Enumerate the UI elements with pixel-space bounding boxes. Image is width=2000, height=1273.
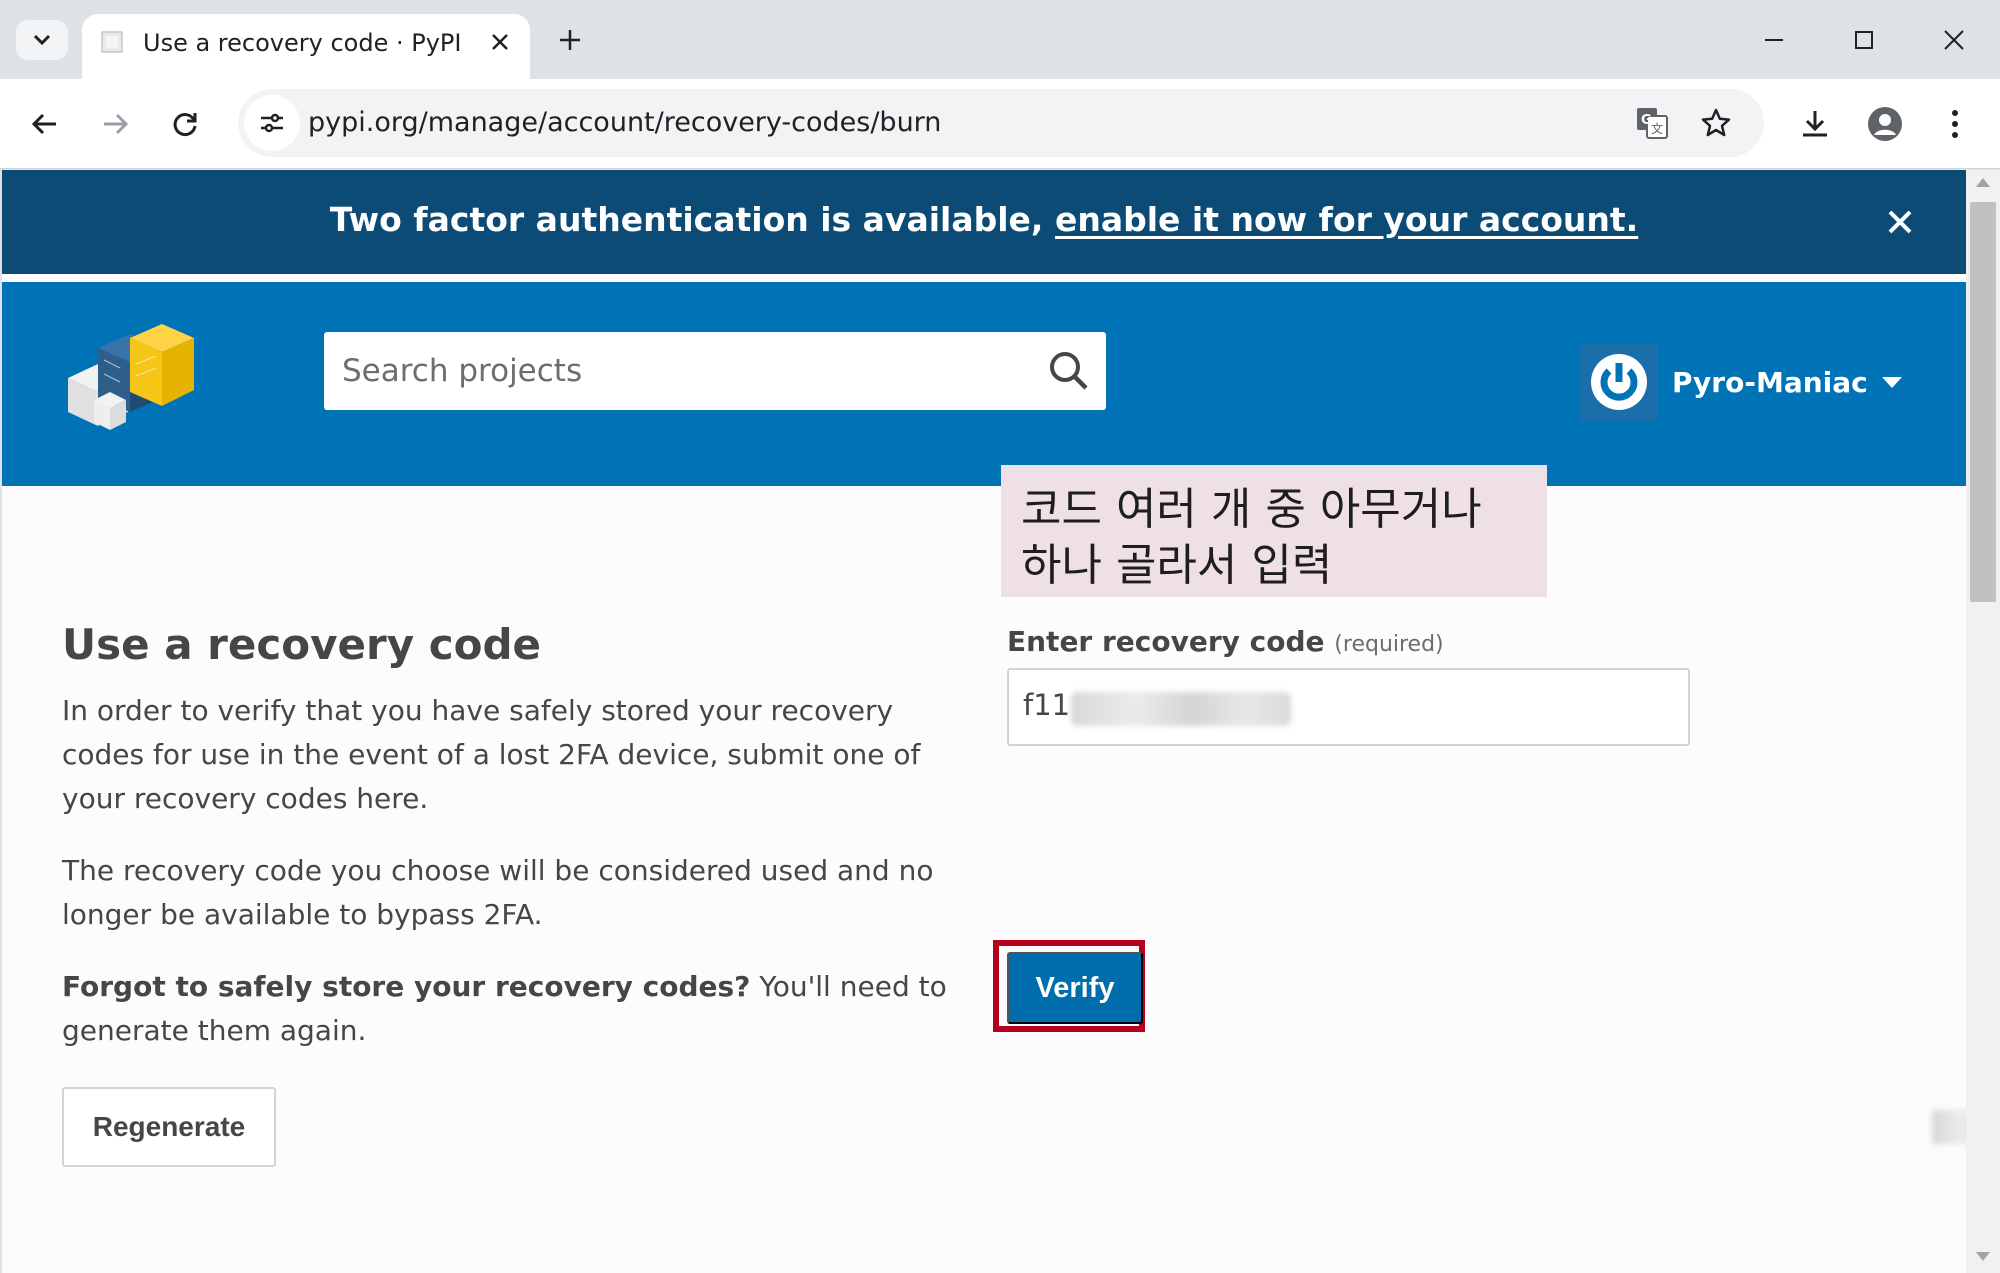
browser-menu-button[interactable] xyxy=(1930,99,1980,149)
recovery-code-label: Enter recovery code (required) xyxy=(1007,625,1707,658)
translate-icon: G文 xyxy=(1637,108,1668,139)
caret-down-icon xyxy=(1881,376,1902,388)
kebab-menu-icon xyxy=(1952,110,1958,138)
chevron-down-icon xyxy=(33,34,51,46)
close-window-button[interactable] xyxy=(1932,18,1976,62)
search-box xyxy=(324,332,1106,410)
page-title: Use a recovery code xyxy=(62,620,542,669)
bookmark-button[interactable] xyxy=(1694,101,1738,145)
minimize-icon xyxy=(1765,39,1783,41)
site-info-icon xyxy=(261,113,283,133)
profile-icon xyxy=(1868,107,1902,141)
required-indicator: (required) xyxy=(1334,632,1444,657)
downloads-button[interactable] xyxy=(1790,99,1840,149)
maximize-button[interactable] xyxy=(1842,18,1886,62)
recovery-code-label-text: Enter recovery code xyxy=(1007,625,1325,658)
page-viewport: Two factor authentication is available, … xyxy=(2,170,1966,1273)
search-input[interactable] xyxy=(324,332,1044,410)
2fa-notice-banner: Two factor authentication is available, … xyxy=(2,170,1966,278)
back-button[interactable] xyxy=(20,99,70,149)
notice-close-button[interactable] xyxy=(1882,204,1918,240)
notice-message: Two factor authentication is available, xyxy=(329,200,1055,239)
tab-strip: Use a recovery code · PyPI xyxy=(0,0,2000,79)
annotation-line-2: 하나 골라서 입력 xyxy=(1021,540,1333,591)
active-tab[interactable]: Use a recovery code · PyPI xyxy=(82,14,530,79)
annotation-note: 코드 여러 개 중 아무거나 하나 골라서 입력 xyxy=(1001,465,1547,597)
close-window-icon xyxy=(1944,30,1964,50)
site-header: Pyro-Maniac xyxy=(2,282,1966,486)
download-icon xyxy=(1803,111,1827,137)
reload-icon xyxy=(173,113,197,136)
scroll-up-arrow-icon[interactable] xyxy=(1976,178,1990,187)
tab-search-button[interactable] xyxy=(16,20,68,60)
tab-close-button[interactable] xyxy=(486,28,514,56)
forward-icon xyxy=(104,113,129,135)
back-icon xyxy=(31,113,56,135)
redacted-edge-blur xyxy=(1932,1110,1966,1144)
enable-2fa-link[interactable]: enable it now for your account. xyxy=(1055,200,1638,239)
pypi-logo[interactable] xyxy=(58,308,196,438)
site-info-button[interactable] xyxy=(244,95,300,151)
recovery-code-value: f11 xyxy=(1023,688,1071,722)
plus-icon xyxy=(560,30,580,50)
power-icon xyxy=(1591,354,1647,410)
recovery-code-input[interactable]: f11 xyxy=(1007,668,1690,746)
tab-title: Use a recovery code · PyPI xyxy=(143,29,462,57)
regenerate-question: Forgot to safely store your recovery cod… xyxy=(62,970,751,1003)
usage-warning-paragraph: The recovery code you choose will be con… xyxy=(62,854,934,931)
close-icon xyxy=(492,34,508,50)
minimize-button[interactable] xyxy=(1752,18,1796,62)
regenerate-button[interactable]: Regenerate xyxy=(62,1087,276,1167)
address-bar[interactable]: pypi.org/manage/account/recovery-codes/b… xyxy=(238,89,1764,157)
vertical-scrollbar[interactable] xyxy=(1966,170,2000,1273)
forward-button[interactable] xyxy=(90,99,140,149)
username: Pyro-Maniac xyxy=(1672,365,1868,399)
maximize-icon xyxy=(1855,31,1873,49)
scrollbar-thumb[interactable] xyxy=(1970,202,1996,602)
recovery-info-section: Use a recovery code In order to verify t… xyxy=(62,620,962,1081)
star-icon xyxy=(1701,108,1731,137)
intro-paragraph: In order to verify that you have safely … xyxy=(62,694,921,815)
user-menu-button[interactable]: Pyro-Maniac xyxy=(1580,342,1902,422)
avatar xyxy=(1580,343,1658,421)
translate-button[interactable]: G文 xyxy=(1630,101,1674,145)
browser-toolbar: pypi.org/manage/account/recovery-codes/b… xyxy=(0,79,2000,169)
regenerate-paragraph: Forgot to safely store your recovery cod… xyxy=(62,965,962,1053)
favicon-icon xyxy=(101,31,123,53)
new-tab-button[interactable] xyxy=(552,22,588,58)
annotation-line-1: 코드 여러 개 중 아무거나 xyxy=(1021,484,1482,535)
close-icon xyxy=(1888,210,1912,234)
scroll-down-arrow-icon[interactable] xyxy=(1976,1252,1990,1261)
svg-text:文: 文 xyxy=(1651,121,1663,136)
search-icon[interactable] xyxy=(1046,348,1092,394)
notice-text: Two factor authentication is available, … xyxy=(2,200,1966,239)
profile-button[interactable] xyxy=(1860,99,1910,149)
recovery-code-form: Enter recovery code (required) f11 xyxy=(1007,625,1707,746)
redacted-code-blur xyxy=(1071,692,1291,726)
verify-button[interactable]: Verify xyxy=(1007,952,1143,1024)
reload-button[interactable] xyxy=(160,99,210,149)
url-text: pypi.org/manage/account/recovery-codes/b… xyxy=(308,107,942,138)
